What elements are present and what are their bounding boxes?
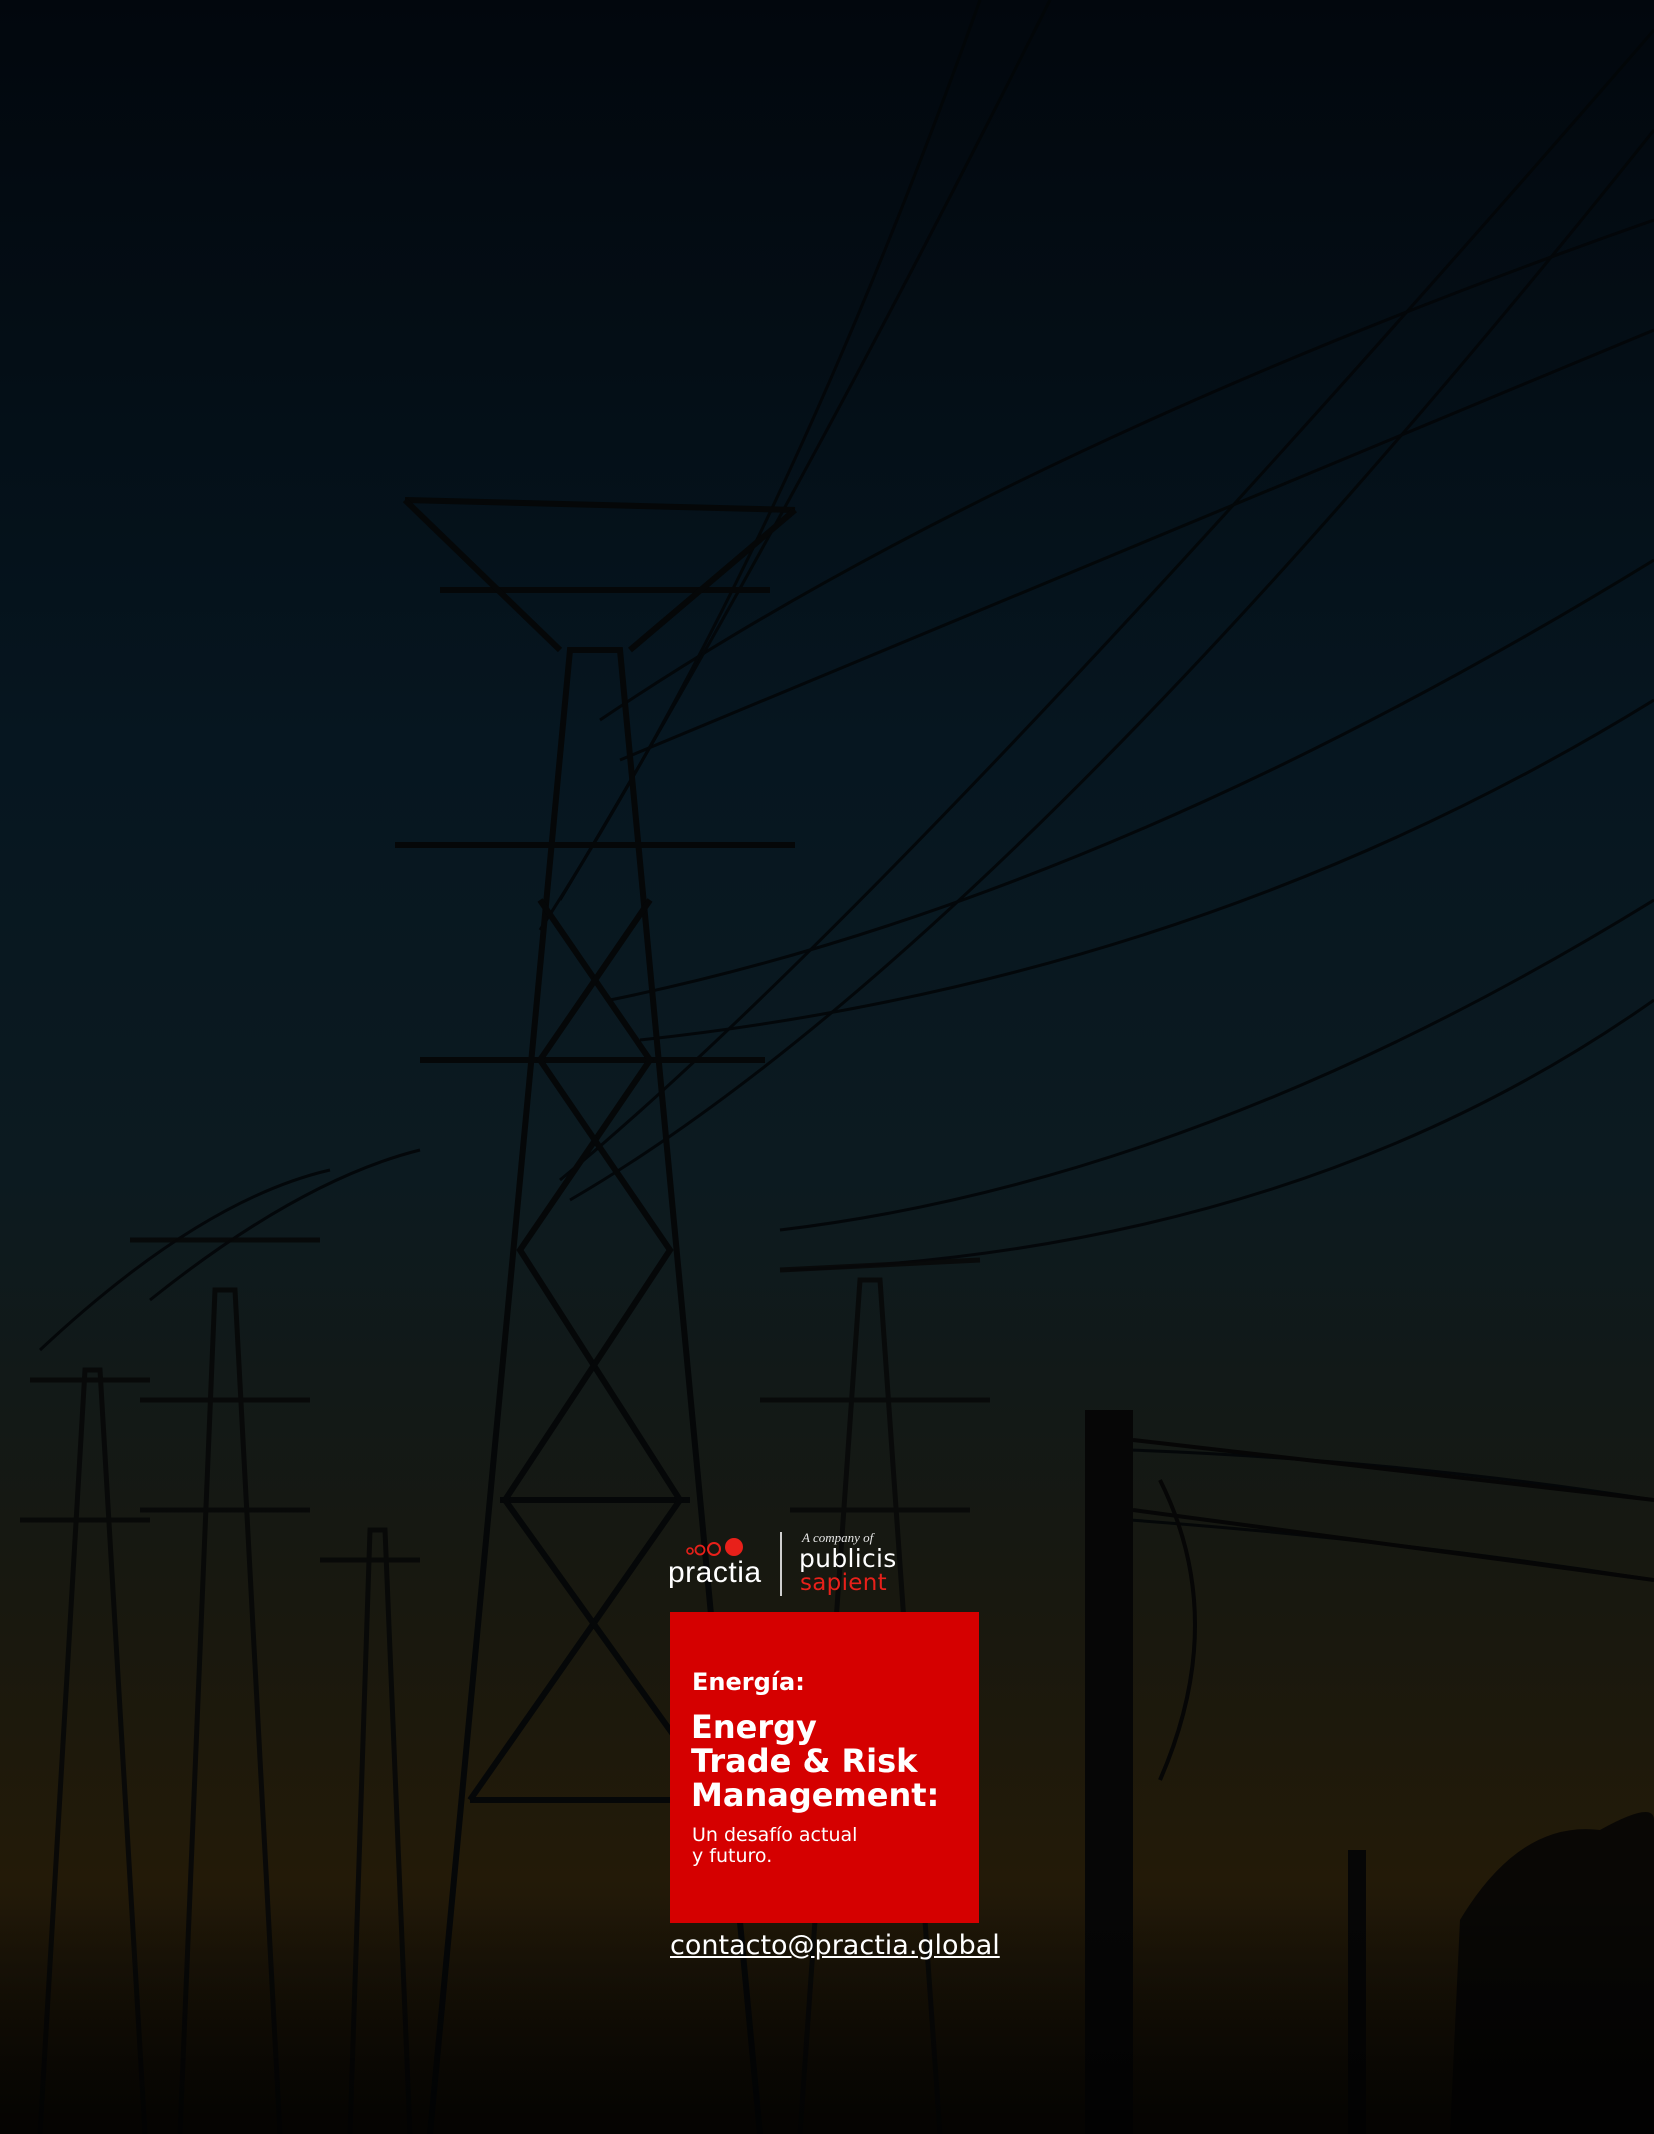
logo-divider (780, 1532, 782, 1596)
card-subtitle-line: Un desafío actual (692, 1824, 858, 1846)
card-subtitle: Un desafío actual y futuro. (692, 1825, 857, 1867)
card-title-line: Management: (691, 1776, 940, 1814)
practia-logo-text: practia (668, 1556, 762, 1589)
publicis-logo-text: publicis (799, 1544, 897, 1573)
card-title-line: Trade & Risk (691, 1742, 918, 1780)
practia-dots-icon (686, 1538, 743, 1556)
card-kicker: Energía: (692, 1668, 805, 1696)
card-title: Energy Trade & Risk Management: (691, 1710, 976, 1812)
card-title-line: Energy (691, 1708, 817, 1746)
brand-logo-lockup: practia A company of publicis sapient (668, 1530, 898, 1602)
contact-email-link[interactable]: contacto@practia.global (670, 1930, 1000, 1961)
sapient-logo-text: sapient (800, 1570, 887, 1596)
title-card: Energía: Energy Trade & Risk Management:… (670, 1612, 979, 1923)
card-subtitle-line: y futuro. (692, 1845, 773, 1867)
